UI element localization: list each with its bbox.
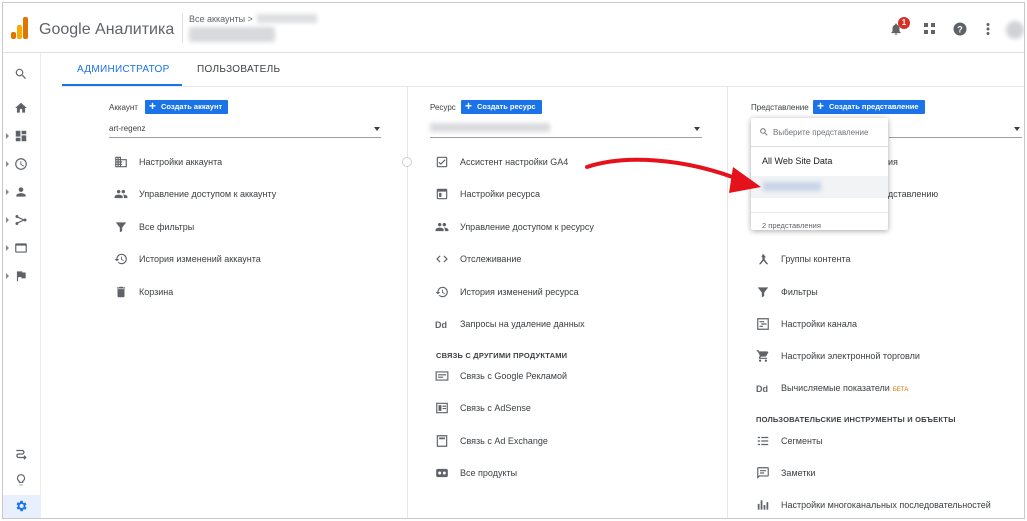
help-icon[interactable]: ? (953, 22, 967, 36)
window-icon (435, 187, 449, 201)
multichannel-icon (756, 498, 770, 512)
gear-icon (16, 500, 27, 512)
segments-icon (756, 434, 770, 448)
admin-tabs: АДМИНИСТРАТОР ПОЛЬЗОВАТЕЛЬ (61, 53, 1024, 87)
products-icon (435, 466, 449, 480)
products-section-title: СВЯЗЬ С ДРУГИМИ ПРОДУКТАМИ (436, 351, 568, 360)
view-selector-underline (889, 137, 1022, 138)
view-search-input[interactable]: Выберите представление (759, 128, 868, 137)
people-icon (435, 220, 449, 234)
account-selector-redacted[interactable] (189, 27, 275, 42)
view-count-label: 2 представления (762, 221, 821, 230)
search-icon (760, 128, 768, 136)
property-column-title: Ресурс (430, 103, 456, 112)
svg-text:Dd: Dd (756, 384, 768, 394)
acquisition-icon (15, 215, 27, 225)
account-selector-value[interactable]: art-regenz (109, 124, 145, 133)
home-icon (15, 102, 27, 113)
search-icon (15, 68, 26, 79)
create-property-button[interactable]: Создать ресурс (461, 99, 542, 114)
account-breadcrumb-redacted (257, 14, 317, 23)
sidebar-behavior[interactable] (3, 237, 41, 259)
sidebar-discover[interactable] (3, 469, 41, 491)
sidebar-customization[interactable] (3, 125, 41, 147)
code-icon (435, 252, 449, 266)
header-divider (182, 13, 183, 43)
beta-badge: БЕТА (892, 387, 909, 393)
lightbulb-icon (16, 474, 26, 486)
adsense-icon (435, 401, 449, 415)
custom-tools-section-title: ПОЛЬЗОВАТЕЛЬСКИЕ ИНСТРУМЕНТЫ И ОБЪЕКТЫ (756, 415, 956, 424)
annotation-arrow-icon (585, 157, 761, 193)
trash-icon (114, 285, 128, 299)
avatar[interactable] (1006, 21, 1024, 39)
apps-grid-icon[interactable] (923, 22, 937, 36)
notification-badge: 1 (898, 17, 910, 29)
create-view-button[interactable]: Создать представление (813, 99, 925, 114)
chevron-down-icon[interactable] (694, 127, 700, 131)
svg-text:?: ? (957, 25, 963, 35)
app-window: Google Аналитика Все аккаунты > 1 ? АДМИ… (2, 2, 1025, 519)
notes-icon (756, 466, 770, 480)
building-icon (114, 155, 128, 169)
sidebar-realtime[interactable] (3, 153, 41, 175)
person-icon (16, 187, 26, 197)
more-vert-icon[interactable] (981, 22, 995, 36)
attribution-icon (16, 449, 27, 460)
column-divider (407, 87, 408, 518)
people-icon (114, 187, 128, 201)
sidebar-admin[interactable] (3, 495, 41, 518)
collapse-column-button[interactable] (402, 157, 412, 167)
left-sidebar (3, 53, 41, 518)
property-selector-redacted[interactable] (430, 123, 550, 132)
sidebar-acquisition[interactable] (3, 209, 41, 231)
filter-icon (756, 285, 770, 299)
analytics-logo-icon[interactable] (11, 17, 29, 39)
sidebar-audience[interactable] (3, 181, 41, 203)
dropdown-divider (751, 212, 888, 213)
account-selector-underline (109, 137, 381, 138)
sidebar-attribution[interactable] (3, 443, 41, 465)
behavior-icon (15, 243, 27, 253)
view-column-title: Представление (751, 103, 809, 112)
channel-icon (756, 317, 770, 331)
flag-icon (16, 271, 26, 282)
sidebar-home[interactable] (3, 97, 41, 119)
top-header: Google Аналитика Все аккаунты > 1 ? (3, 3, 1024, 53)
cart-icon (756, 349, 770, 363)
active-tab-indicator (62, 84, 182, 86)
dd-icon: Dd (756, 381, 770, 395)
dd-icon: Dd (435, 317, 449, 331)
tab-user[interactable]: ПОЛЬЗОВАТЕЛЬ (197, 64, 280, 75)
history-icon (435, 285, 449, 299)
clock-icon (15, 158, 27, 170)
filter-icon (114, 220, 128, 234)
sidebar-search[interactable] (3, 63, 41, 85)
dashboard-icon (15, 130, 27, 142)
sidebar-conversions[interactable] (3, 265, 41, 287)
column-divider (727, 87, 728, 518)
adexchange-icon (435, 434, 449, 448)
content-groups-icon (756, 252, 770, 266)
history-icon (114, 252, 128, 266)
account-breadcrumb[interactable]: Все аккаунты > (189, 14, 253, 24)
chevron-down-icon[interactable] (1014, 127, 1020, 131)
property-selector-underline (430, 137, 702, 138)
svg-text:Dd: Dd (435, 320, 447, 330)
tab-administrator[interactable]: АДМИНИСТРАТОР (77, 64, 170, 75)
account-column-title: Аккаунт (109, 103, 138, 112)
brand-title[interactable]: Google Аналитика (39, 21, 174, 39)
ads-icon (435, 369, 449, 383)
create-account-button[interactable]: Создать аккаунт (145, 99, 229, 114)
chevron-down-icon[interactable] (374, 127, 380, 131)
checkbox-icon (435, 155, 449, 169)
dropdown-divider (751, 146, 888, 147)
